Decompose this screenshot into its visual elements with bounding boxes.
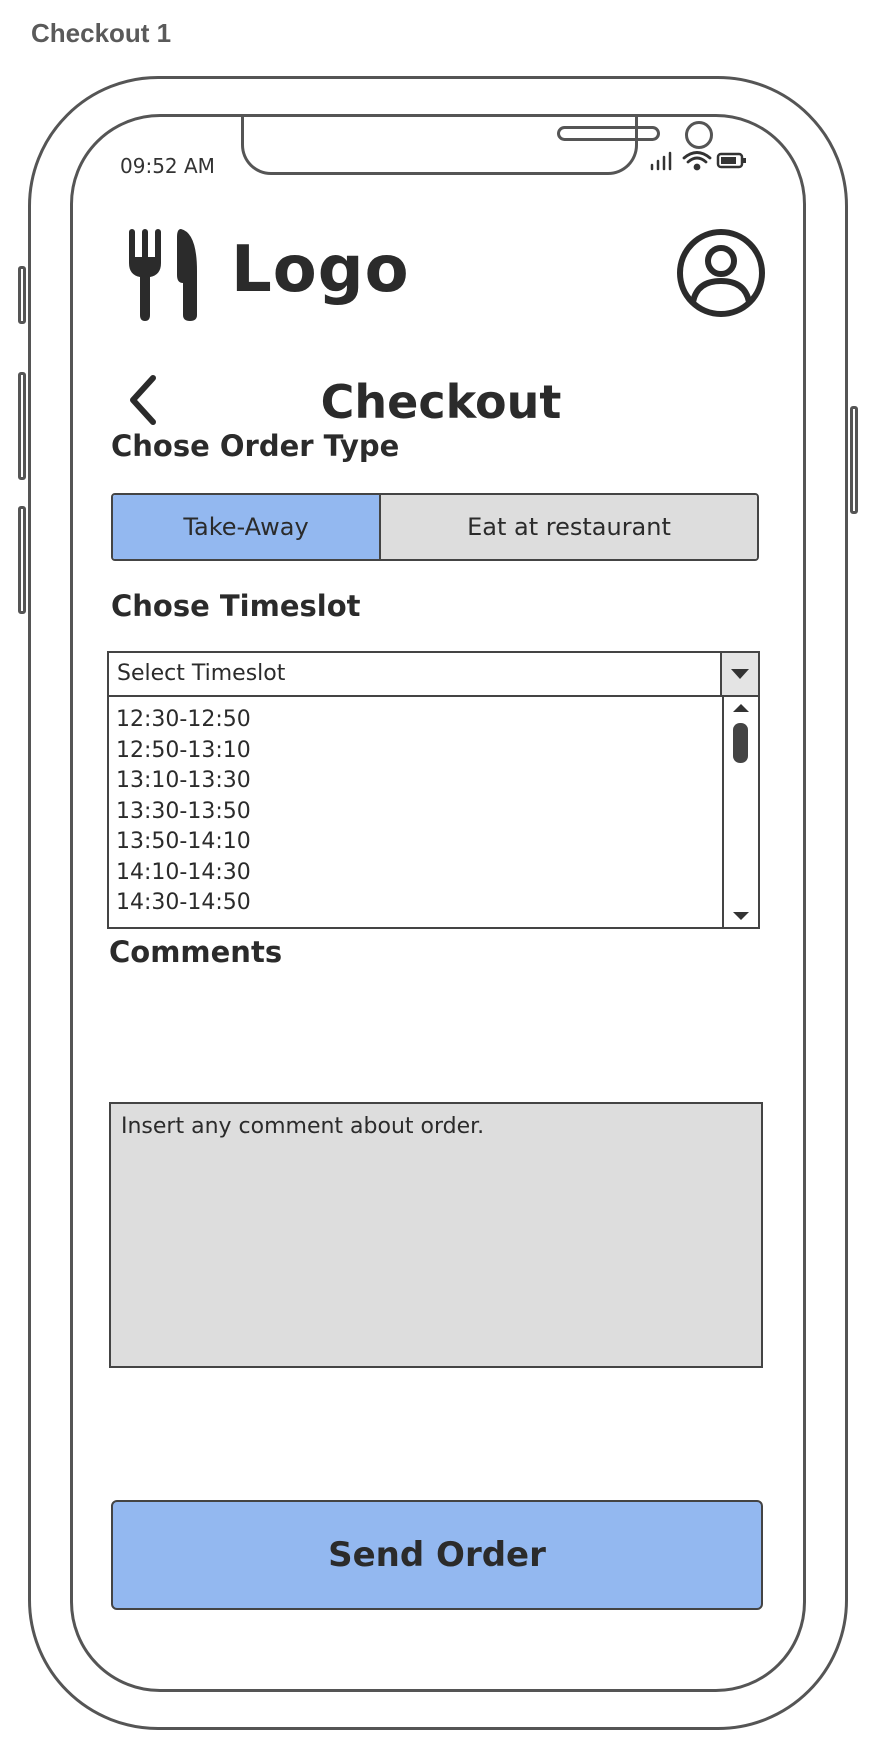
scroll-down-icon[interactable] bbox=[732, 911, 750, 921]
power-button bbox=[850, 406, 858, 514]
phone-screen: 09:52 AM Logo Checkout Chose Order Type … bbox=[70, 114, 806, 1692]
comments-textarea[interactable] bbox=[109, 1102, 763, 1368]
signal-icon bbox=[650, 151, 672, 171]
timeslot-option[interactable]: 13:30-13:50 bbox=[116, 797, 251, 828]
order-type-takeaway[interactable]: Take-Away bbox=[113, 495, 381, 559]
volume-up-button bbox=[18, 372, 26, 480]
volume-down-button bbox=[18, 506, 26, 614]
timeslot-label: Chose Timeslot bbox=[111, 589, 361, 623]
status-time: 09:52 AM bbox=[120, 154, 215, 178]
page-title: Checkout bbox=[320, 375, 562, 429]
status-icons bbox=[648, 147, 758, 177]
order-type-toggle: Take-Away Eat at restaurant bbox=[111, 493, 759, 561]
comments-label: Comments bbox=[109, 935, 283, 969]
timeslot-option[interactable]: 12:30-12:50 bbox=[116, 705, 251, 736]
mute-switch bbox=[18, 266, 26, 324]
phone-notch bbox=[241, 117, 713, 175]
scroll-up-icon[interactable] bbox=[732, 703, 750, 713]
logo-text: Logo bbox=[231, 233, 410, 307]
send-order-button[interactable]: Send Order bbox=[111, 1500, 763, 1610]
scroll-thumb[interactable] bbox=[733, 723, 748, 763]
order-type-eat-in[interactable]: Eat at restaurant bbox=[381, 495, 757, 559]
timeslot-option[interactable]: 14:10-14:30 bbox=[116, 858, 251, 889]
timeslot-select[interactable]: Select Timeslot bbox=[107, 651, 760, 697]
timeslot-select-value: Select Timeslot bbox=[117, 661, 286, 686]
front-camera bbox=[685, 121, 713, 149]
frame-title: Checkout 1 bbox=[31, 18, 172, 48]
timeslot-option[interactable]: 14:30-14:50 bbox=[116, 888, 251, 919]
timeslot-option[interactable]: 12:50-13:10 bbox=[116, 736, 251, 767]
fork-knife-icon bbox=[129, 229, 197, 321]
dropdown-arrow-icon[interactable] bbox=[720, 653, 758, 695]
battery-icon bbox=[716, 152, 746, 169]
timeslot-listbox: 12:30-12:50 12:50-13:10 13:10-13:30 13:3… bbox=[107, 695, 760, 929]
wifi-icon bbox=[682, 151, 712, 171]
timeslot-option[interactable]: 13:10-13:30 bbox=[116, 766, 251, 797]
timeslot-option[interactable]: 13:50-14:10 bbox=[116, 827, 251, 858]
speaker-grille bbox=[557, 126, 660, 141]
order-type-label: Chose Order Type bbox=[111, 429, 400, 463]
user-avatar-icon[interactable] bbox=[673, 225, 769, 321]
listbox-scrollbar[interactable] bbox=[722, 697, 758, 927]
